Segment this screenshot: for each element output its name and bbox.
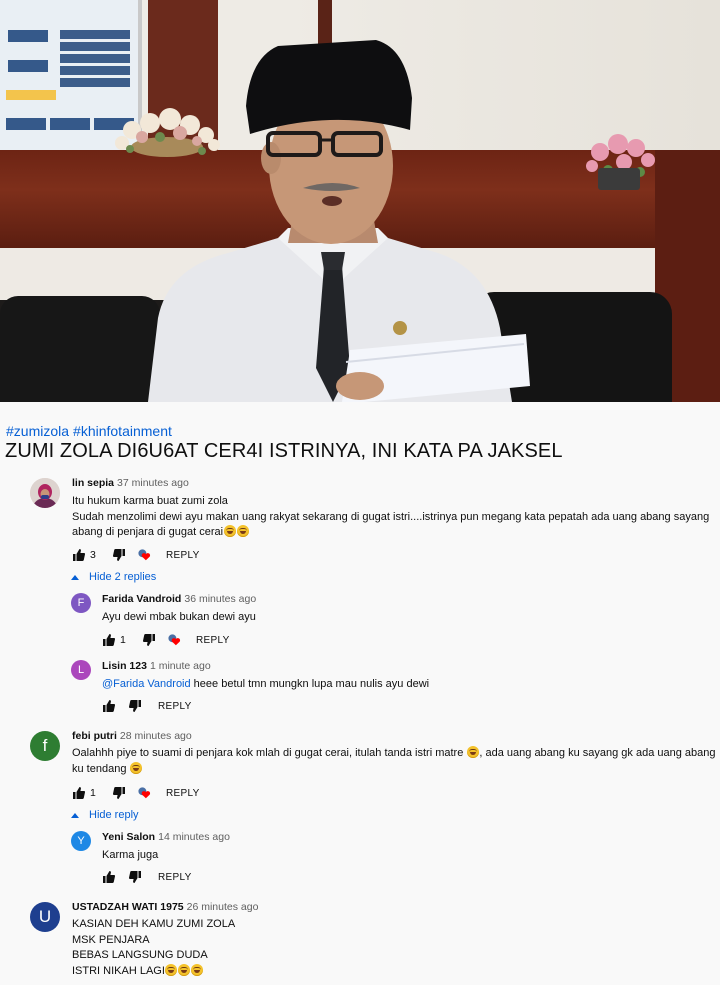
- avatar-initial: L: [77, 664, 85, 676]
- creator-heart-icon: [138, 548, 152, 562]
- like-count: 3: [90, 549, 96, 561]
- reply-text: Karma juga: [102, 849, 159, 861]
- comment-header: lin sepia 37 minutes ago: [72, 477, 189, 489]
- comment-time[interactable]: 26 minutes ago: [187, 901, 259, 913]
- avatar[interactable]: F: [71, 593, 91, 613]
- grinning-sweat-emoji: [191, 963, 204, 976]
- hashtag-link[interactable]: #khinfotainment: [73, 423, 172, 439]
- comment-author[interactable]: febi putri: [72, 730, 117, 742]
- reply-actions: REPLY: [102, 697, 192, 715]
- reply-header: Lisin 123 1 minute ago: [102, 660, 211, 672]
- reply-button[interactable]: REPLY: [166, 550, 200, 561]
- dislike-icon[interactable]: [112, 548, 126, 562]
- hashtag-link[interactable]: #zumizola: [6, 423, 69, 439]
- avatar-initial: f: [42, 736, 48, 755]
- grinning-sweat-emoji: [130, 761, 142, 774]
- dislike-icon[interactable]: [128, 870, 142, 884]
- reply-author[interactable]: Farida Vandroid: [102, 593, 181, 605]
- hide-replies-toggle[interactable]: Hide 2 replies: [71, 571, 156, 583]
- comment-text: Itu hukum karma buat zumi zola Sudah men…: [72, 495, 710, 538]
- comment-time[interactable]: 37 minutes ago: [117, 477, 189, 489]
- avatar-initial: U: [38, 907, 52, 926]
- avatar[interactable]: U: [30, 902, 60, 932]
- chevron-up-icon: [71, 574, 79, 580]
- comment-header: USTADZAH WATI 1975 26 minutes ago: [72, 901, 258, 913]
- like-icon[interactable]: [102, 633, 116, 647]
- reply-author[interactable]: Lisin 123: [102, 660, 147, 672]
- chevron-up-icon: [71, 812, 79, 818]
- comment-text: Oalahhh piye to suami di penjara kok mla…: [72, 746, 716, 775]
- comment-header: febi putri 28 minutes ago: [72, 730, 192, 742]
- avatar[interactable]: L: [71, 660, 91, 680]
- dislike-icon[interactable]: [142, 633, 156, 647]
- avatar-photo-icon: [30, 478, 60, 508]
- like-count: 1: [90, 787, 96, 799]
- like-count: 1: [120, 634, 126, 646]
- comment-actions: 1 REPLY: [72, 784, 200, 802]
- avatar[interactable]: f: [30, 731, 60, 761]
- grinning-sweat-emoji: [223, 525, 236, 537]
- video-title: ZUMI ZOLA DI6U6AT CER4I ISTRINYA, INI KA…: [5, 440, 563, 462]
- reply-button[interactable]: REPLY: [166, 788, 200, 799]
- grinning-sweat-emoji: [236, 525, 249, 537]
- dislike-icon[interactable]: [128, 699, 142, 713]
- video-player[interactable]: [0, 0, 720, 402]
- grinning-sweat-emoji: [466, 746, 479, 758]
- like-icon[interactable]: [72, 548, 86, 562]
- creator-heart-icon: [168, 633, 182, 647]
- comment-author[interactable]: USTADZAH WATI 1975: [72, 901, 184, 913]
- reply-text: @Farida Vandroid heee betul tmn mungkn l…: [102, 678, 430, 690]
- reply-actions: 1 REPLY: [102, 631, 230, 649]
- avatar[interactable]: Y: [71, 831, 91, 851]
- reply-time[interactable]: 1 minute ago: [150, 660, 211, 672]
- like-icon[interactable]: [102, 699, 116, 713]
- avatar-initial: F: [77, 597, 85, 609]
- mention-link[interactable]: @Farida Vandroid: [102, 678, 191, 690]
- reply-text: Ayu dewi mbak bukan dewi ayu: [102, 611, 256, 623]
- reply-header: Yeni Salon 14 minutes ago: [102, 831, 230, 843]
- comment-author[interactable]: lin sepia: [72, 477, 114, 489]
- reply-button[interactable]: REPLY: [196, 635, 230, 646]
- reply-actions: REPLY: [102, 868, 192, 886]
- comment-time[interactable]: 28 minutes ago: [120, 730, 192, 742]
- creator-heart-icon: [138, 786, 152, 800]
- reply-button[interactable]: REPLY: [158, 872, 192, 883]
- avatar[interactable]: [30, 478, 60, 508]
- comment-text: KASIAN DEH KAMU ZUMI ZOLA MSK PENJARA BE…: [72, 918, 236, 977]
- video-hashtags: #zumizola #khinfotainment: [6, 423, 176, 439]
- comment-actions: 3 REPLY: [72, 546, 200, 564]
- like-icon[interactable]: [72, 786, 86, 800]
- dislike-icon[interactable]: [112, 786, 126, 800]
- hide-replies-toggle[interactable]: Hide reply: [71, 809, 139, 821]
- reply-author[interactable]: Yeni Salon: [102, 831, 155, 843]
- reply-time[interactable]: 36 minutes ago: [184, 593, 256, 605]
- avatar-initial: Y: [77, 835, 85, 847]
- reply-time[interactable]: 14 minutes ago: [158, 831, 230, 843]
- video-speaker: [148, 40, 530, 402]
- like-icon[interactable]: [102, 870, 116, 884]
- reply-button[interactable]: REPLY: [158, 701, 192, 712]
- grinning-sweat-emoji: [178, 963, 191, 976]
- reply-header: Farida Vandroid 36 minutes ago: [102, 593, 256, 605]
- grinning-sweat-emoji: [165, 963, 178, 976]
